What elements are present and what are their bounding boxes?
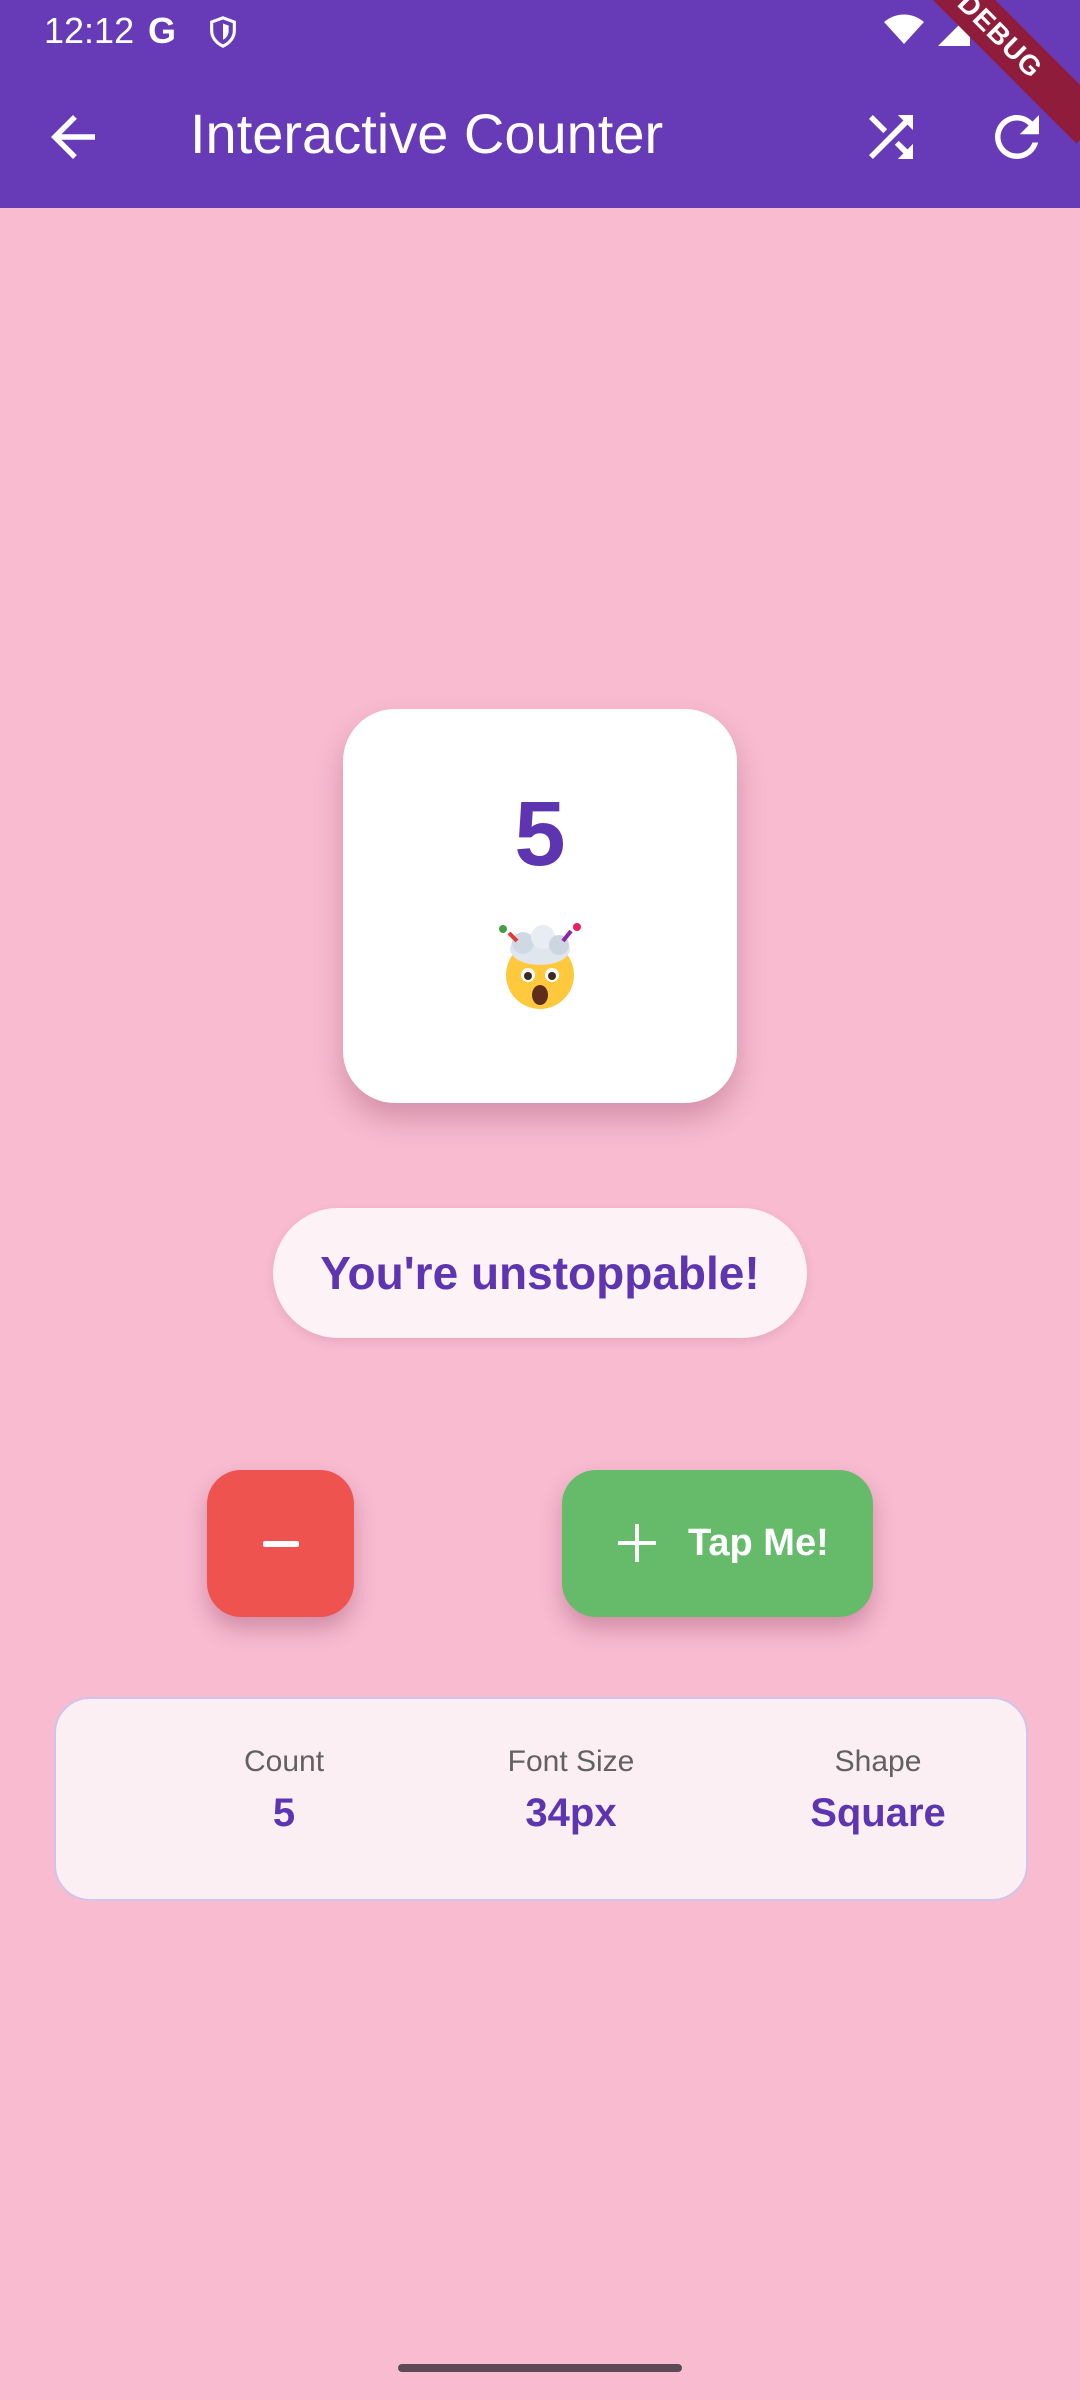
info-panel: Count 5 Font Size 34px Shape Square [54, 1697, 1028, 1901]
exploding-head-emoji-icon [499, 923, 581, 1009]
motivation-text: You're unstoppable! [320, 1247, 760, 1299]
count-value: 5 [272, 1791, 296, 1835]
back-arrow-icon[interactable] [40, 104, 106, 170]
google-icon: G [148, 10, 177, 51]
motivation-pill: You're unstoppable! [273, 1208, 807, 1338]
shape-value: Square [810, 1791, 946, 1835]
counter-card[interactable]: 5 [343, 709, 737, 1103]
status-bar: 12:12 G [0, 0, 1080, 62]
shield-icon [210, 16, 236, 48]
counter-value: 5 [514, 783, 566, 885]
increment-button[interactable]: Tap Me! [562, 1470, 873, 1617]
wifi-icon [884, 14, 924, 44]
minus-icon [263, 1541, 299, 1547]
increment-button-label: Tap Me! [688, 1522, 829, 1564]
top-bar: 12:12 G Interactive Counter DEBUG [0, 0, 1080, 208]
status-time: 12:12 [44, 10, 135, 51]
gesture-nav-handle[interactable] [398, 2364, 682, 2372]
info-count: Count 5 [134, 1699, 434, 1899]
decrement-button[interactable] [207, 1470, 354, 1617]
refresh-icon[interactable] [984, 104, 1050, 170]
font-size-value: 34px [525, 1791, 617, 1835]
app-bar: Interactive Counter [0, 62, 1080, 208]
shuffle-icon[interactable] [858, 104, 924, 170]
info-shape: Shape Square [728, 1699, 1028, 1899]
info-font-size: Font Size 34px [421, 1699, 721, 1899]
font-size-label: Font Size [507, 1745, 635, 1778]
shape-label: Shape [834, 1745, 922, 1778]
app-title: Interactive Counter [190, 102, 664, 165]
plus-icon [618, 1524, 656, 1562]
count-label: Count [243, 1745, 325, 1778]
